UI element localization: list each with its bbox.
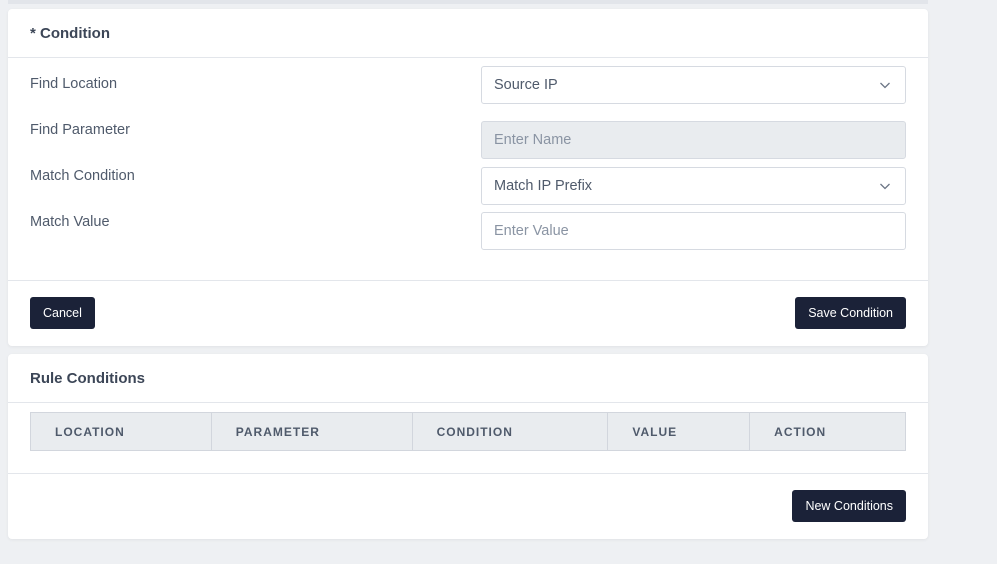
match-value-field[interactable]	[481, 212, 906, 250]
find-parameter-field[interactable]	[481, 121, 906, 159]
match-condition-label: Match Condition	[30, 168, 135, 184]
column-header-condition: CONDITION	[411, 412, 609, 451]
find-location-select[interactable]: Source IP	[481, 66, 906, 104]
save-condition-button[interactable]: Save Condition	[795, 297, 906, 329]
condition-card: * Condition Find Location Source IP Find…	[8, 9, 928, 346]
rule-conditions-table: LOCATION PARAMETER CONDITION VALUE ACTIO…	[30, 412, 906, 451]
cancel-button[interactable]: Cancel	[30, 297, 95, 329]
table-header-row: LOCATION PARAMETER CONDITION VALUE ACTIO…	[30, 412, 906, 451]
chevron-down-icon	[880, 82, 890, 89]
column-header-location: LOCATION	[30, 412, 212, 451]
rule-conditions-title: Rule Conditions	[8, 354, 928, 403]
chevron-down-icon	[880, 183, 890, 190]
column-header-parameter: PARAMETER	[210, 412, 413, 451]
condition-card-title: * Condition	[8, 9, 928, 58]
find-parameter-label: Find Parameter	[30, 122, 130, 138]
match-value-input[interactable]	[494, 213, 893, 249]
match-condition-value: Match IP Prefix	[494, 178, 593, 194]
find-location-value: Source IP	[494, 77, 558, 93]
column-header-action: ACTION	[749, 412, 906, 451]
rules-footer-divider	[8, 473, 928, 474]
column-header-value: VALUE	[607, 412, 751, 451]
rule-conditions-card: Rule Conditions LOCATION PARAMETER CONDI…	[8, 354, 928, 539]
find-location-label: Find Location	[30, 76, 118, 92]
match-value-label: Match Value	[30, 214, 110, 230]
top-scroll-edge	[8, 0, 928, 4]
form-footer-divider	[8, 280, 928, 281]
match-condition-select[interactable]: Match IP Prefix	[481, 167, 906, 205]
new-conditions-button[interactable]: New Conditions	[792, 490, 906, 522]
find-parameter-input[interactable]	[494, 122, 893, 158]
